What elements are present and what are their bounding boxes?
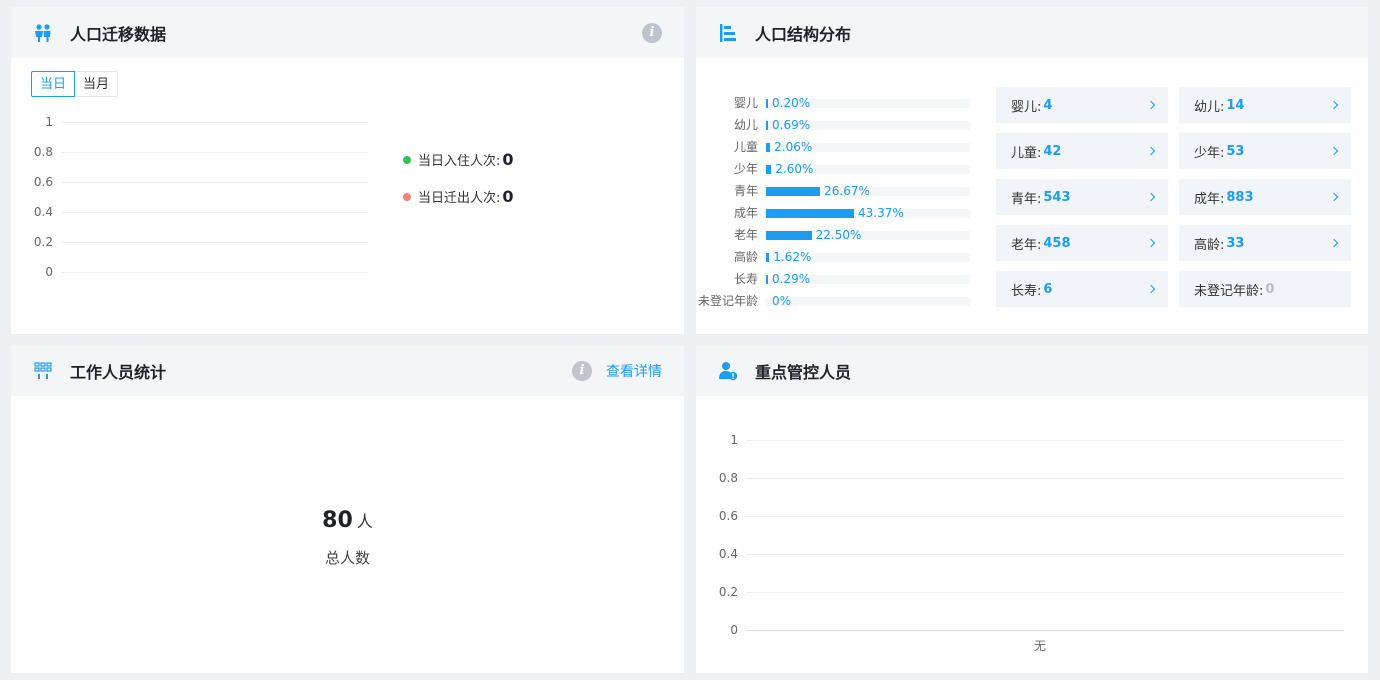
card-value: 4 [1043,97,1053,113]
card-label: 高龄: [1194,237,1225,253]
y-tick: 0.2 [718,585,738,599]
age-card[interactable]: 少年: 53 [1179,133,1351,169]
gridline [61,212,368,213]
card-label: 成年: [1194,191,1225,207]
chevron-right-icon [1146,284,1156,294]
y-tick: 0.6 [718,509,738,523]
card-label: 幼儿: [1194,99,1225,115]
x-tick: 无 [1034,639,1047,653]
y-tick: 0 [730,623,738,637]
legend-check-in: 当日入住人次: 0 [403,150,514,169]
card-value: 33 [1226,235,1245,251]
age-card[interactable]: 婴儿: 4 [996,87,1168,123]
info-icon[interactable]: i [572,360,592,381]
chevron-right-icon [1329,192,1339,202]
migration-header: 人口迁移数据 i [11,7,684,58]
y-tick: 0.8 [718,471,738,485]
legend-value: 0 [502,187,514,206]
gridline [61,152,368,153]
gridline [61,182,368,183]
migration-panel: 人口迁移数据 i 当日 当月 1 0.8 0.6 0.4 0.2 0 当日入住人… [11,7,684,334]
card-label: 少年: [1194,145,1225,161]
people-icon [33,23,53,43]
card-value: 6 [1043,281,1053,297]
gridline [746,630,1344,631]
card-label: 老年: [1011,237,1042,253]
green-dot-icon [403,155,411,164]
card-value: 42 [1043,143,1062,159]
y-tick: 0.8 [33,145,53,159]
panel-title: 工作人员统计 [70,362,167,382]
age-card[interactable]: 长寿: 6 [996,271,1168,307]
tab-today[interactable]: 当日 [31,71,76,97]
chevron-right-icon [1146,100,1156,110]
card-value: 14 [1226,97,1245,113]
age-card-grid: 婴儿: 4 幼儿: 14 儿童: 42 少年: 53 青年: 543 成年: 883 老年: 458 高龄:… [696,7,1368,334]
panel-title: 重点管控人员 [755,362,852,382]
card-value: 458 [1043,235,1071,251]
org-grid-icon [33,361,53,381]
staff-panel: 工作人员统计 i 查看详情 80 人 总人数 [11,345,684,673]
age-card[interactable]: 高龄: 33 [1179,225,1351,261]
card-label: 青年: [1011,191,1042,207]
y-tick: 0 [45,265,53,279]
y-tick: 0.4 [33,205,53,219]
legend-label: 当日入住人次: [418,154,501,169]
gridline [61,242,368,243]
card-value: 883 [1226,189,1254,205]
y-tick: 1 [45,115,53,129]
structure-panel: 人口结构分布 婴儿 0.20% 幼儿 0.69% 儿童 2.06% 少年 2.60% 青年 26.… [696,7,1368,334]
chevron-right-icon [1146,146,1156,156]
age-card[interactable]: 幼儿: 14 [1179,87,1351,123]
staff-header: 工作人员统计 i 查看详情 [11,345,684,396]
y-tick: 1 [730,433,738,447]
card-value: 0 [1265,281,1275,297]
gridline [746,440,1344,441]
period-tabs: 当日 当月 [31,71,119,97]
age-card[interactable]: 成年: 883 [1179,179,1351,215]
age-card[interactable]: 儿童: 42 [996,133,1168,169]
age-card[interactable]: 青年: 543 [996,179,1168,215]
user-alert-icon [718,361,738,381]
key-people-panel: 重点管控人员 1 0.8 0.6 0.4 0.2 0 无 [696,345,1368,673]
total-label: 总人数 [324,549,370,567]
gridline [61,122,368,123]
y-tick: 0.4 [718,547,738,561]
chevron-right-icon [1329,100,1339,110]
card-label: 儿童: [1011,145,1042,161]
gridline [746,592,1344,593]
legend-value: 0 [502,150,514,169]
info-icon[interactable]: i [642,22,662,43]
legend-check-out: 当日迁出人次: 0 [403,187,514,206]
card-label: 未登记年龄: [1194,283,1264,299]
key-people-header: 重点管控人员 [696,345,1368,396]
chevron-right-icon [1329,238,1339,248]
card-label: 长寿: [1011,283,1042,299]
chevron-right-icon [1146,238,1156,248]
total-unit: 人 [356,512,373,531]
gridline [746,516,1344,517]
card-value: 53 [1226,143,1245,159]
total-staff: 80 人 总人数 [11,508,684,568]
age-card: 未登记年龄: 0 [1179,271,1351,307]
view-details-link[interactable]: 查看详情 [606,361,662,381]
age-card[interactable]: 老年: 458 [996,225,1168,261]
gridline [61,272,368,273]
gridline [746,554,1344,555]
panel-title: 人口迁移数据 [70,24,167,44]
chevron-right-icon [1329,146,1339,156]
chevron-right-icon [1146,192,1156,202]
gridline [746,478,1344,479]
y-tick: 0.6 [33,175,53,189]
card-label: 婴儿: [1011,99,1042,115]
tab-month[interactable]: 当月 [75,71,119,97]
y-tick: 0.2 [33,235,53,249]
legend-label: 当日迁出人次: [418,191,501,206]
red-dot-icon [403,192,411,201]
card-value: 543 [1043,189,1071,205]
total-count: 80 [322,508,353,533]
